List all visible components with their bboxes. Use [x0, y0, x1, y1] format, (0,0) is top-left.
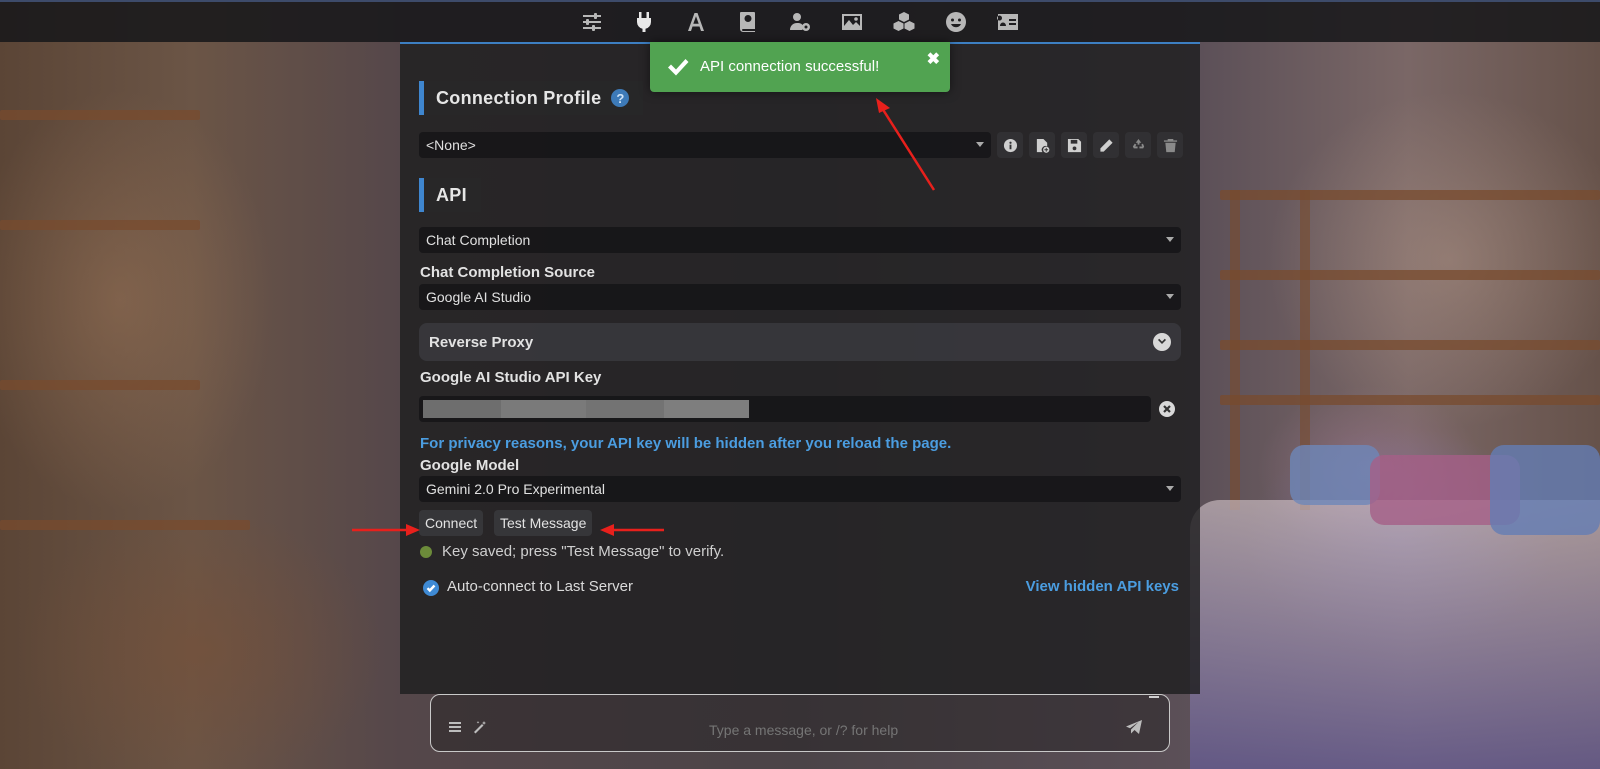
chat-completion-source-select[interactable]: Google AI Studio — [419, 284, 1181, 310]
bookshelf — [1220, 270, 1600, 280]
pillow — [1290, 445, 1380, 505]
magic-wand-icon[interactable] — [472, 719, 488, 735]
google-model-label: Google Model — [420, 457, 520, 474]
google-model-select[interactable]: Gemini 2.0 Pro Experimental — [419, 476, 1181, 502]
minimize-icon[interactable] — [1149, 696, 1159, 698]
help-icon[interactable]: ? — [611, 89, 630, 107]
file-add-icon — [1036, 138, 1049, 153]
pillow — [1490, 445, 1600, 535]
test-message-button[interactable]: Test Message — [494, 510, 593, 536]
clear-key-button[interactable] — [1159, 401, 1175, 417]
api-key-input[interactable] — [419, 396, 1151, 422]
sliders-icon[interactable] — [579, 9, 605, 35]
recycle-icon — [1132, 138, 1144, 148]
caret-down-icon — [1166, 294, 1174, 299]
status-indicator — [420, 546, 432, 558]
save-icon — [1067, 138, 1081, 152]
section-title: API — [436, 184, 467, 205]
bookshelf — [0, 520, 250, 530]
select-value: Chat Completion — [426, 232, 531, 248]
save-profile-button[interactable] — [1061, 132, 1087, 158]
auto-connect-label: Auto-connect to Last Server — [447, 578, 633, 595]
pencil-icon — [1099, 138, 1113, 152]
section-title: Connection Profile — [436, 87, 602, 108]
chat-message-input[interactable] — [709, 722, 969, 738]
privacy-note: For privacy reasons, your API key will b… — [420, 435, 952, 452]
shelf-post — [1230, 190, 1240, 510]
bookshelf — [1220, 395, 1600, 405]
caret-down-icon — [1166, 237, 1174, 242]
select-value: Gemini 2.0 Pro Experimental — [426, 481, 605, 497]
send-icon[interactable] — [1125, 719, 1143, 735]
reload-profile-button[interactable] — [1125, 132, 1151, 158]
chat-input-bar — [430, 694, 1170, 752]
delete-profile-button[interactable] — [1157, 132, 1183, 158]
book-icon[interactable] — [735, 9, 761, 35]
menu-icon[interactable] — [447, 719, 463, 735]
success-toast: API connection successful! ✖ — [650, 42, 950, 92]
bed — [1190, 500, 1600, 769]
top-nav-bar — [0, 0, 1600, 42]
font-icon[interactable] — [683, 9, 709, 35]
image-icon[interactable] — [839, 9, 865, 35]
info-icon — [1003, 138, 1017, 152]
add-profile-button[interactable] — [1029, 132, 1055, 158]
reverse-proxy-toggle[interactable]: Reverse Proxy — [419, 323, 1181, 361]
bookshelf — [1220, 340, 1600, 350]
api-key-label: Google AI Studio API Key — [420, 369, 602, 386]
plug-icon[interactable] — [631, 9, 657, 35]
close-icon — [1163, 405, 1171, 413]
api-header: API — [419, 178, 481, 212]
smile-icon[interactable] — [943, 9, 969, 35]
api-connections-panel: Connection Profile ? <None> API Chat Com… — [400, 42, 1200, 694]
api-type-select[interactable]: Chat Completion — [419, 227, 1181, 253]
toast-message: API connection successful! — [700, 58, 880, 75]
bookshelf — [1220, 190, 1600, 200]
checkmark-icon — [666, 56, 690, 78]
close-icon[interactable]: ✖ — [927, 52, 940, 68]
bookshelf — [0, 220, 200, 230]
status-text: Key saved; press "Test Message" to verif… — [442, 543, 725, 560]
edit-profile-button[interactable] — [1093, 132, 1119, 158]
reverse-proxy-label: Reverse Proxy — [429, 333, 534, 351]
connection-profile-header: Connection Profile ? — [419, 81, 644, 115]
caret-down-icon — [1166, 486, 1174, 491]
bookshelf — [0, 380, 200, 390]
caret-down-icon — [976, 142, 984, 147]
view-hidden-keys-link[interactable]: View hidden API keys — [1026, 578, 1179, 595]
connect-button[interactable]: Connect — [419, 510, 484, 536]
select-value: <None> — [426, 137, 476, 153]
auto-connect-checkbox[interactable] — [423, 580, 439, 596]
masked-api-key — [423, 400, 749, 418]
connection-profile-select[interactable]: <None> — [419, 132, 991, 158]
chat-completion-source-label: Chat Completion Source — [420, 264, 596, 281]
info-button[interactable] — [997, 132, 1023, 158]
select-value: Google AI Studio — [426, 289, 532, 305]
trash-icon — [1163, 138, 1177, 152]
chevron-down-icon — [1153, 333, 1171, 351]
cubes-icon[interactable] — [891, 9, 917, 35]
check-icon — [426, 584, 436, 593]
bookshelf — [0, 110, 200, 120]
user-gear-icon[interactable] — [787, 9, 813, 35]
id-card-icon[interactable] — [995, 9, 1021, 35]
